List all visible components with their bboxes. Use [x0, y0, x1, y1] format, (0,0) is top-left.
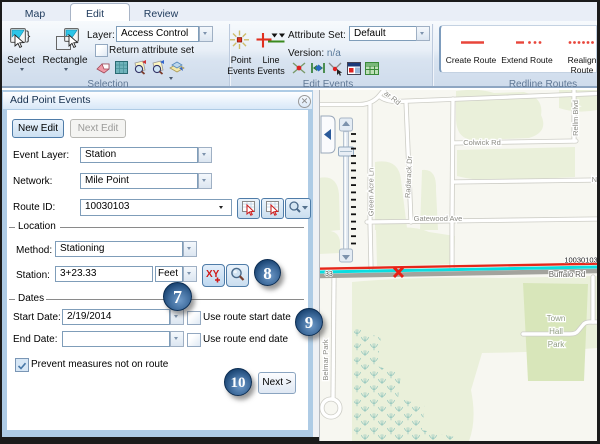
svg-text:33: 33: [325, 271, 333, 278]
svg-text:N: N: [592, 175, 597, 184]
svg-text:Colwick Rd: Colwick Rd: [463, 138, 501, 147]
svg-text:Town: Town: [547, 314, 566, 323]
svg-text:Hall: Hall: [549, 327, 563, 336]
svg-text:Park: Park: [548, 340, 565, 349]
svg-text:10030103: 10030103: [564, 256, 597, 265]
svg-text:Gatewood Ave: Gatewood Ave: [414, 214, 463, 223]
svg-text:Rellm Blvd: Rellm Blvd: [571, 100, 580, 136]
svg-text:Buffalo Rd: Buffalo Rd: [549, 270, 586, 279]
svg-text:Belmar Park: Belmar Park: [321, 339, 330, 381]
svg-text:}: }: [26, 28, 31, 43]
svg-text:Green Acre Ln: Green Acre Ln: [367, 168, 376, 216]
